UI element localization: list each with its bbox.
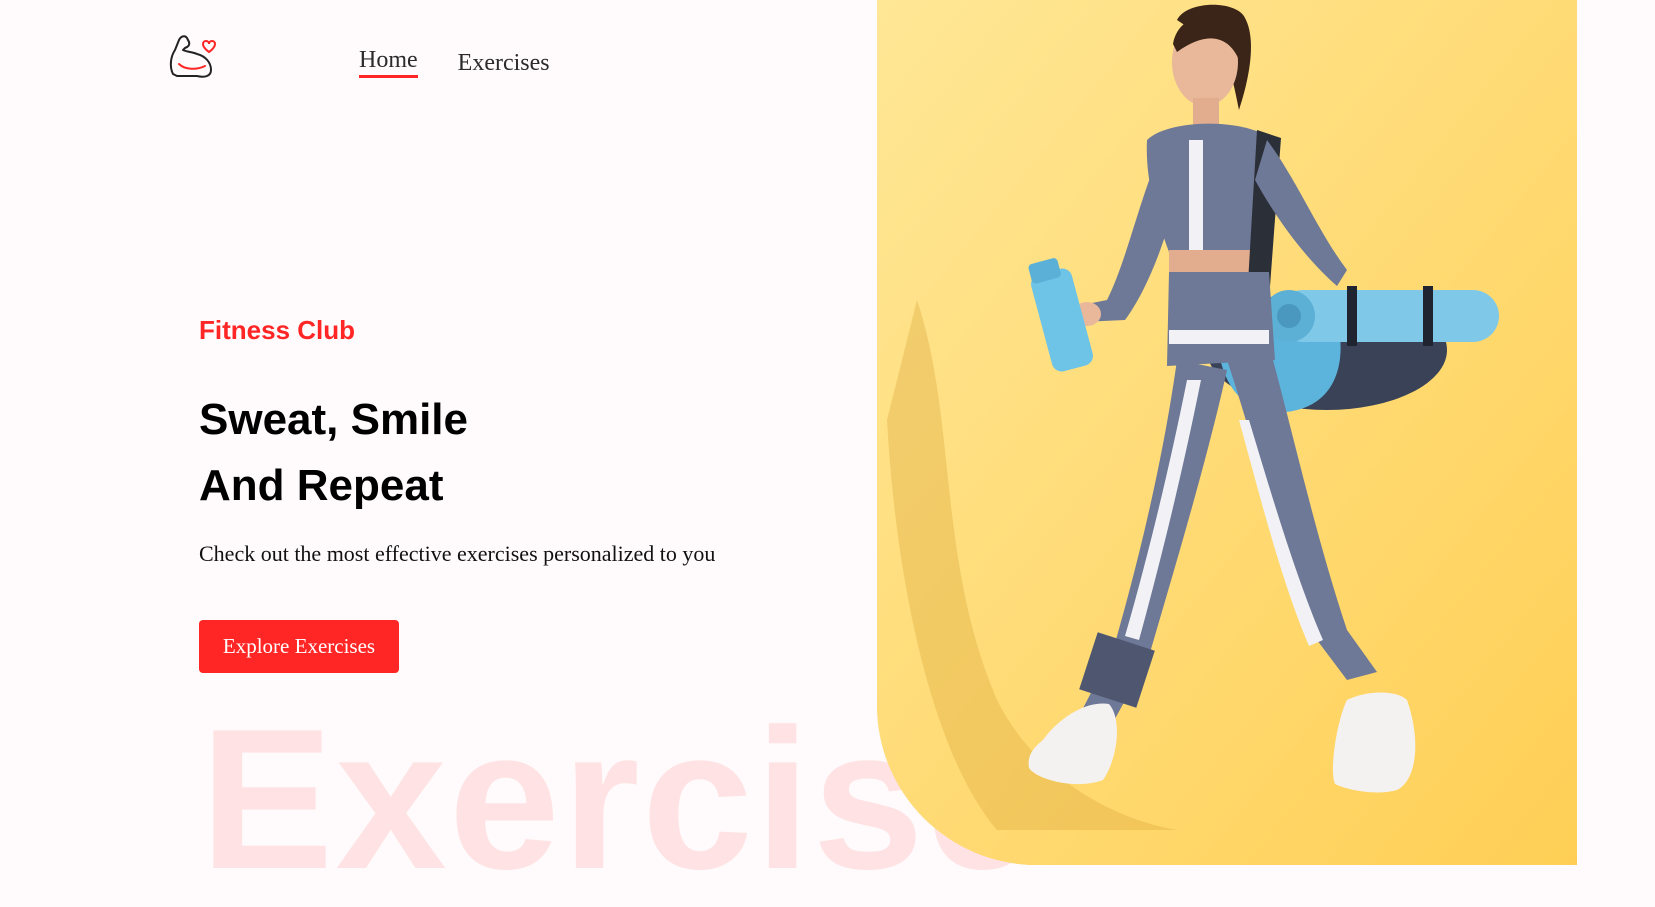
hero-headline: Sweat, Smile And Repeat [199, 387, 799, 519]
hero-section: Fitness Club Sweat, Smile And Repeat Che… [199, 315, 715, 673]
muscle-heart-icon [169, 35, 217, 78]
nav-link-exercises[interactable]: Exercises [458, 50, 550, 81]
hero-headline-line-1: Sweat, Smile [199, 395, 469, 444]
hero-headline-line-2: And Repeat [199, 461, 444, 510]
explore-exercises-button[interactable]: Explore Exercises [199, 620, 399, 673]
banner-illustration [877, 0, 1577, 865]
hero-eyebrow: Fitness Club [199, 315, 356, 345]
hero-subtext: Check out the most effective exercises p… [199, 541, 716, 566]
page: Home Exercises Exercise Fitness Club Swe… [0, 0, 1655, 907]
main-nav: Home Exercises [359, 47, 550, 81]
nav-link-home[interactable]: Home [359, 47, 418, 79]
hero-banner-image [877, 0, 1577, 865]
logo-link[interactable] [167, 30, 219, 82]
